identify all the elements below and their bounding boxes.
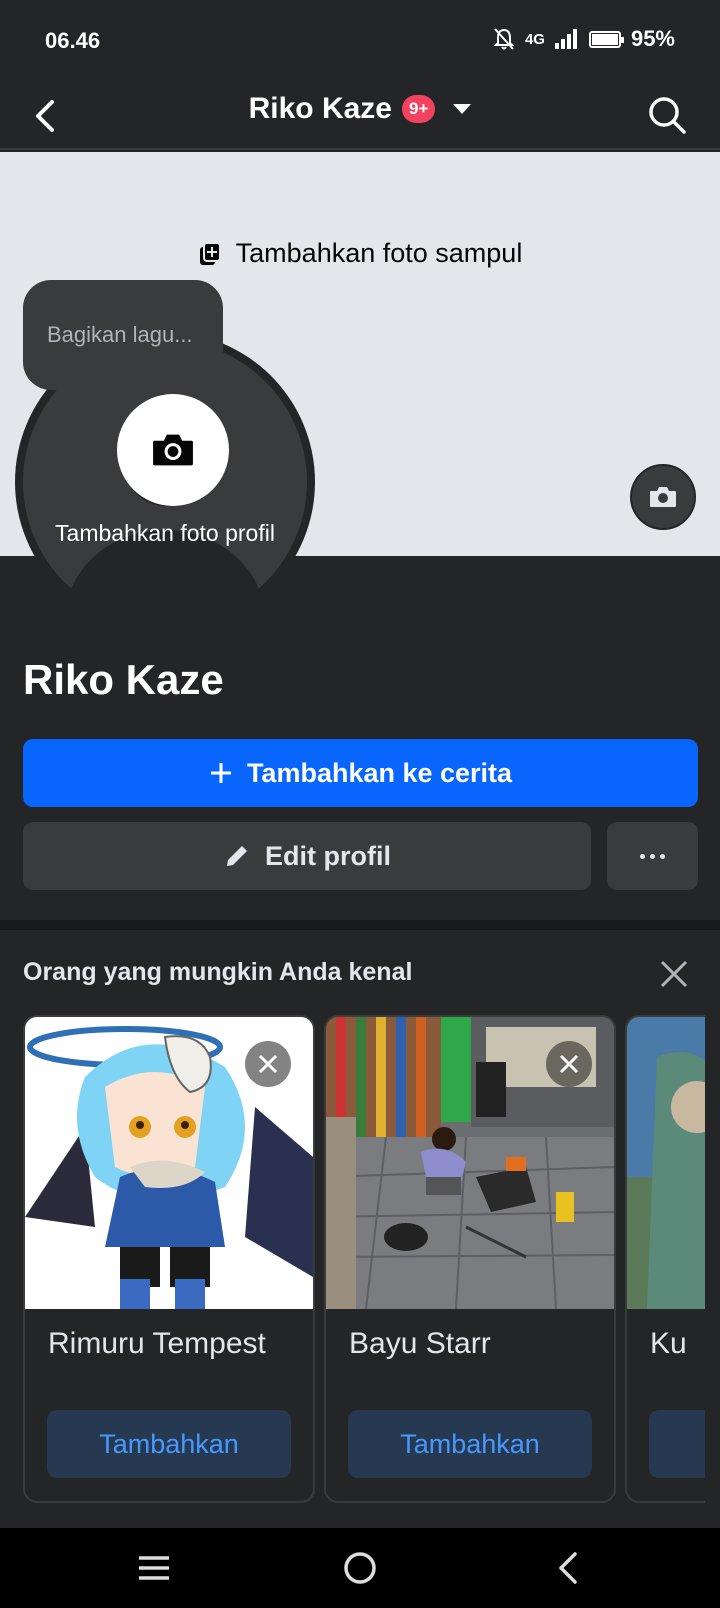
pymk-card-name[interactable]: Bayu Starr: [349, 1327, 491, 1361]
share-song-text: Bagikan lagu...: [47, 322, 193, 347]
more-icon: [640, 853, 645, 859]
add-photo-icon: [199, 241, 221, 265]
search-button[interactable]: [644, 92, 690, 138]
page-title: Riko Kaze: [248, 92, 392, 125]
close-icon: [258, 1054, 278, 1074]
profile-switcher[interactable]: Riko Kaze 9+: [0, 92, 720, 126]
add-friend-button[interactable]: Tambahkan: [47, 1410, 291, 1478]
pymk-card-name[interactable]: Ku: [650, 1327, 687, 1361]
add-profile-photo-label: Tambahkan foto profil: [55, 520, 275, 546]
close-icon: [660, 960, 688, 988]
menu-icon: [139, 1556, 169, 1580]
more-icon-dot: [660, 853, 665, 859]
pymk-title: Orang yang mungkin Anda kenal: [23, 958, 413, 986]
more-options-button[interactable]: [607, 822, 698, 890]
more-icon-dot: [650, 853, 655, 859]
add-to-story-button[interactable]: Tambahkan ke cerita: [23, 739, 698, 807]
search-icon: [649, 97, 686, 134]
profile-name: Riko Kaze: [23, 656, 224, 703]
signal-icon: [554, 29, 577, 49]
pymk-card-photo[interactable]: [326, 1017, 614, 1309]
add-friend-button[interactable]: [649, 1410, 705, 1478]
add-profile-photo-camera-button[interactable]: [117, 394, 229, 506]
close-icon: [559, 1054, 579, 1074]
pymk-card-name[interactable]: Rimuru Tempest: [48, 1327, 266, 1361]
recent-apps-button[interactable]: [130, 1546, 178, 1590]
section-divider: [0, 920, 720, 930]
notification-badge: 9+: [402, 95, 436, 123]
cover-camera-button[interactable]: [630, 464, 696, 530]
edit-profile-button[interactable]: Edit profil: [23, 822, 591, 890]
status-time: 06.46: [45, 28, 101, 53]
status-icons: 4G 95%: [493, 26, 675, 52]
pymk-card[interactable]: Bayu Starr Tambahkan: [324, 1015, 616, 1503]
add-cover-photo-button[interactable]: Tambahkan foto sampul: [0, 238, 720, 269]
share-song-bubble[interactable]: Bagikan lagu...: [23, 280, 223, 402]
pencil-icon: [227, 846, 247, 866]
network-label: 4G: [524, 30, 545, 48]
system-back-button[interactable]: [544, 1546, 592, 1590]
remove-suggestion-button[interactable]: [245, 1041, 291, 1087]
camera-icon: [650, 487, 676, 507]
chevron-down-icon: [453, 104, 472, 114]
app-bar: Riko Kaze 9+: [0, 80, 720, 150]
home-circle-icon: [344, 1552, 376, 1584]
edit-profile-label: Edit profil: [265, 840, 391, 871]
system-nav-bar: [0, 1528, 720, 1608]
bell-off-icon: [493, 28, 515, 50]
pymk-card[interactable]: Rimuru Tempest Tambahkan: [23, 1015, 315, 1503]
character-photo: [627, 1017, 705, 1309]
camera-icon: [153, 434, 193, 466]
back-arrow-icon: [559, 1552, 577, 1584]
pymk-card-photo[interactable]: [25, 1017, 313, 1309]
status-bar: 06.46 4G 95%: [0, 0, 720, 80]
pymk-carousel[interactable]: Rimuru Tempest Tambahkan Bayu Starr Tamb…: [23, 1015, 705, 1505]
add-friend-button[interactable]: Tambahkan: [348, 1410, 592, 1478]
remove-suggestion-button[interactable]: [546, 1041, 592, 1087]
pymk-dismiss-button[interactable]: [656, 956, 692, 992]
pymk-card[interactable]: Ku: [625, 1015, 705, 1503]
add-to-story-label: Tambahkan ke cerita: [246, 757, 513, 788]
battery-icon: [588, 30, 624, 48]
battery-percent: 95%: [630, 26, 675, 51]
plus-icon: [210, 763, 231, 783]
home-button[interactable]: [336, 1546, 384, 1590]
add-cover-photo-label: Tambahkan foto sampul: [235, 238, 523, 268]
pymk-card-photo[interactable]: [627, 1017, 705, 1309]
